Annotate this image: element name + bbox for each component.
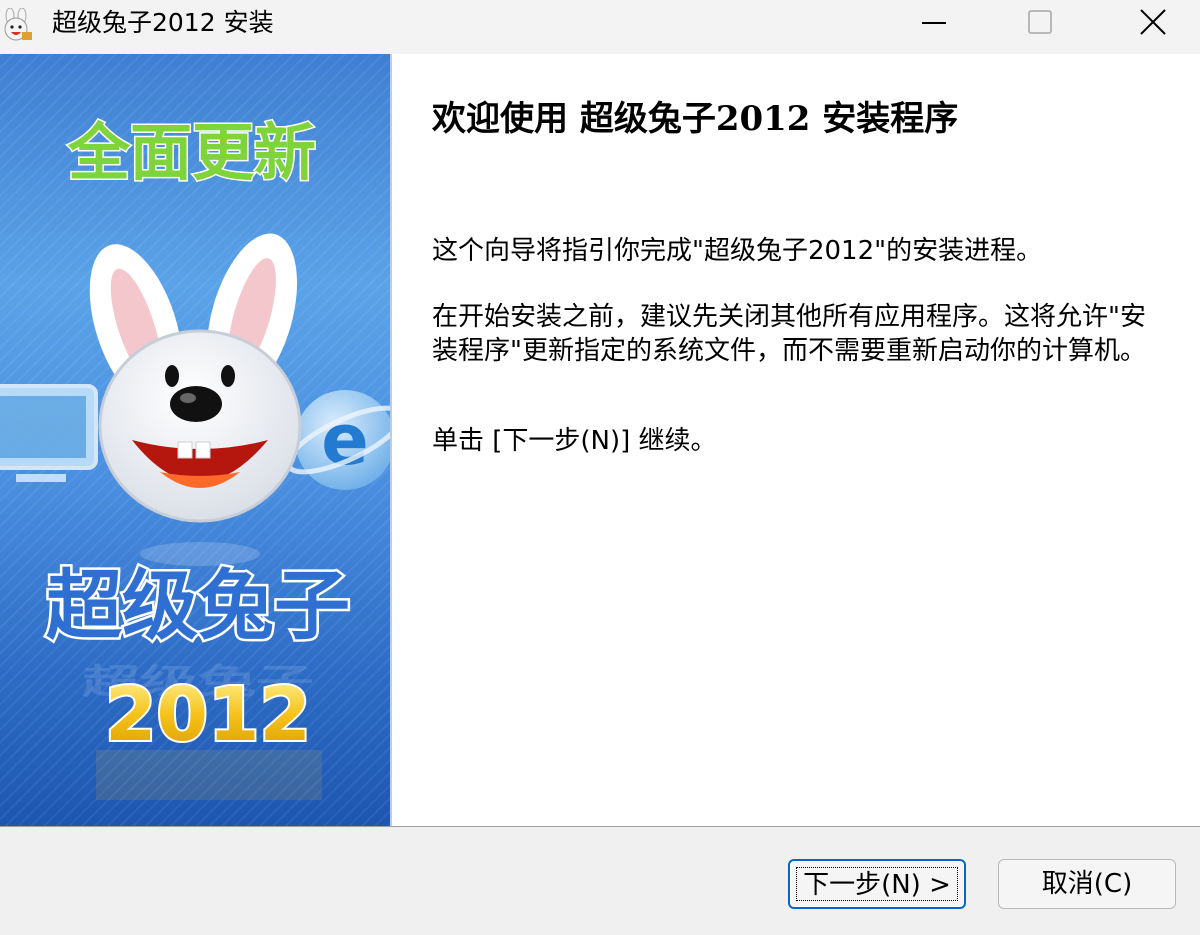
next-button-focus-ring [796,867,958,901]
welcome-heading: 欢迎使用 超级兔子2012 安装程序 [432,99,959,139]
rabbit-mascot-icon [89,233,302,566]
close-button[interactable] [1110,0,1200,46]
banner-top-text: 全面更新 [65,115,317,191]
banner-divider [390,54,392,826]
minimize-button[interactable] [886,0,976,46]
title-bar: 超级兔子2012 安装 [0,0,1200,54]
intro-paragraph: 这个向导将指引你完成"超级兔子2012"的安装进程。 [432,236,1043,266]
close-icon [1140,9,1166,35]
maximize-icon [1028,10,1052,34]
svg-text:全面更新: 全面更新 [67,116,316,189]
continue-instruction: 单击 [下一步(N)] 继续。 [432,426,717,456]
maximize-button[interactable] [996,0,1086,46]
monitor-icon [0,384,98,482]
svg-text:2012: 2012 [105,672,311,758]
cancel-button[interactable]: 取消(C) [998,859,1176,909]
installer-banner: 全面更新 e 超级兔子 超级兔子 2012 [0,54,392,826]
window-title: 超级兔子2012 安装 [52,8,274,37]
banner-year-text: 2012 [96,670,322,800]
rabbit-app-icon [0,7,34,42]
svg-text:超级兔子: 超级兔子 [46,561,350,650]
minimize-icon [922,22,946,24]
close-apps-paragraph: 在开始安装之前，建议先关闭其他所有应用程序。这将允许"安装程序"更新指定的系统文… [432,302,1146,366]
